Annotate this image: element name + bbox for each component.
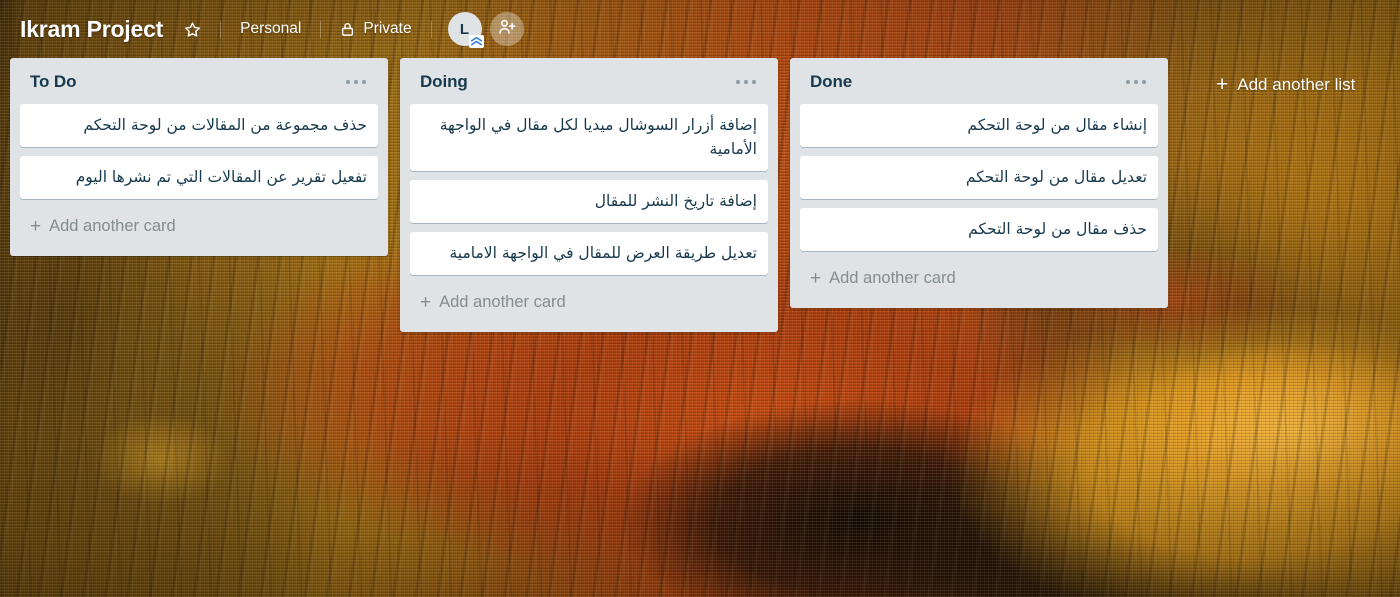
card[interactable]: إنشاء مقال من لوحة التحكم bbox=[800, 104, 1158, 148]
list-menu-ellipsis-icon[interactable] bbox=[728, 74, 765, 91]
visibility-label: Private bbox=[363, 20, 412, 37]
card[interactable]: إضافة أزرار السوشال ميديا لكل مقال في ال… bbox=[410, 104, 768, 172]
list-title[interactable]: Doing bbox=[420, 72, 468, 92]
header-divider-3 bbox=[430, 20, 432, 38]
add-card-label: Add another card bbox=[439, 293, 566, 312]
plus-icon: + bbox=[30, 216, 42, 238]
list-header: Done bbox=[790, 58, 1168, 104]
card-title: إضافة أزرار السوشال ميديا لكل مقال في ال… bbox=[439, 116, 757, 159]
board-title[interactable]: Ikram Project bbox=[20, 12, 171, 47]
list-doing[interactable]: Doing إضافة أزرار السوشال ميديا لكل مقال… bbox=[400, 58, 778, 333]
card[interactable]: تعديل مقال من لوحة التحكم bbox=[800, 156, 1158, 200]
list-title[interactable]: To Do bbox=[30, 72, 77, 92]
person-add-icon bbox=[497, 17, 517, 42]
star-board-button[interactable] bbox=[171, 14, 214, 45]
card-title: حذف مجموعة من المقالات من لوحة التحكم bbox=[83, 116, 367, 134]
star-icon bbox=[184, 21, 201, 38]
add-card-label: Add another card bbox=[829, 269, 956, 288]
team-button[interactable]: Personal bbox=[227, 13, 314, 45]
card-list: حذف مجموعة من المقالات من لوحة التحكم تف… bbox=[10, 104, 388, 200]
list-header: Doing bbox=[400, 58, 778, 104]
list-header: To Do bbox=[10, 58, 388, 104]
add-member-button[interactable] bbox=[489, 12, 524, 46]
card-title: حذف مقال من لوحة التحكم bbox=[968, 220, 1147, 239]
card-title: تعديل طريقة العرض للمقال في الواجهة الام… bbox=[449, 244, 757, 263]
card-title: تفعيل تقرير عن المقالات التي تم نشرها ال… bbox=[75, 168, 367, 187]
team-label: Personal bbox=[240, 20, 302, 37]
list-done[interactable]: Done إنشاء مقال من لوحة التحكم تعديل مقا… bbox=[790, 58, 1168, 309]
card-list: إضافة أزرار السوشال ميديا لكل مقال في ال… bbox=[400, 104, 778, 276]
add-card-button[interactable]: + Add another card bbox=[790, 260, 1168, 306]
header-divider-2 bbox=[320, 20, 322, 38]
list-menu-ellipsis-icon[interactable] bbox=[1118, 74, 1155, 91]
board-canvas: Ikram Project Personal Private L To Do ح… bbox=[0, 0, 1400, 597]
plus-icon: + bbox=[420, 292, 432, 314]
visibility-button[interactable]: Private bbox=[327, 13, 424, 45]
card[interactable]: تفعيل تقرير عن المقالات التي تم نشرها ال… bbox=[20, 156, 378, 200]
add-card-button[interactable]: + Add another card bbox=[10, 208, 388, 254]
card-list: إنشاء مقال من لوحة التحكم تعديل مقال من … bbox=[790, 104, 1168, 252]
plus-icon: + bbox=[1216, 73, 1229, 96]
plus-icon: + bbox=[810, 268, 822, 290]
avatar[interactable]: L bbox=[447, 12, 484, 48]
header-divider-1 bbox=[220, 20, 222, 38]
list-to-do[interactable]: To Do حذف مجموعة من المقالات من لوحة الت… bbox=[10, 58, 388, 257]
add-card-button[interactable]: + Add another card bbox=[400, 284, 778, 330]
chevron-up-badge-icon bbox=[468, 35, 484, 48]
card[interactable]: حذف مجموعة من المقالات من لوحة التحكم bbox=[20, 104, 378, 148]
list-menu-ellipsis-icon[interactable] bbox=[338, 74, 375, 91]
add-card-label: Add another card bbox=[49, 217, 176, 236]
board-header: Ikram Project Personal Private L bbox=[0, 0, 1400, 58]
card[interactable]: تعديل طريقة العرض للمقال في الواجهة الام… bbox=[410, 232, 768, 276]
card[interactable]: حذف مقال من لوحة التحكم bbox=[800, 208, 1158, 252]
card-title: إنشاء مقال من لوحة التحكم bbox=[967, 116, 1147, 134]
add-list-label: Add another list bbox=[1237, 74, 1356, 94]
card-title: إضافة تاريخ النشر للمقال bbox=[594, 192, 757, 211]
add-list-button[interactable]: + Add another list bbox=[1202, 58, 1369, 111]
lists-area: To Do حذف مجموعة من المقالات من لوحة الت… bbox=[0, 58, 1400, 333]
card-title: تعديل مقال من لوحة التحكم bbox=[965, 168, 1147, 187]
card[interactable]: إضافة تاريخ النشر للمقال bbox=[410, 180, 768, 224]
list-title[interactable]: Done bbox=[810, 72, 852, 92]
lock-icon bbox=[340, 21, 355, 38]
